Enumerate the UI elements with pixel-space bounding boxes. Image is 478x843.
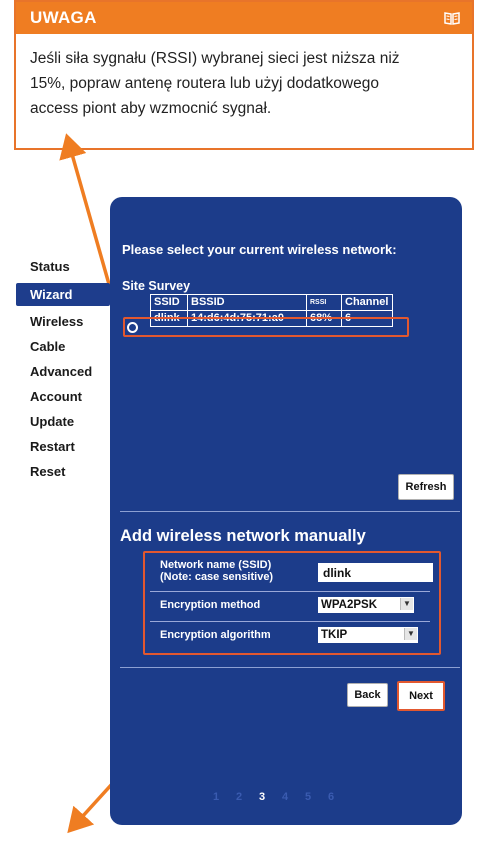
book-icon bbox=[444, 11, 460, 25]
step-3-current: 3 bbox=[258, 791, 266, 803]
step-6: 6 bbox=[327, 791, 335, 803]
menu-item-account[interactable]: Account bbox=[28, 384, 110, 409]
menu-item-status[interactable]: Status bbox=[28, 258, 110, 276]
selected-row-highlight bbox=[123, 317, 409, 337]
menu-item-cable[interactable]: Cable bbox=[28, 334, 110, 359]
header-rssi: RSSI bbox=[306, 294, 342, 311]
note-title: UWAGA bbox=[30, 8, 97, 27]
next-button[interactable]: Next bbox=[397, 681, 445, 711]
ssid-input[interactable] bbox=[318, 563, 433, 582]
encryption-method-select[interactable]: WPA2PSK ▼ bbox=[318, 597, 414, 613]
refresh-button[interactable]: Refresh bbox=[398, 474, 454, 500]
menu-item-restart[interactable]: Restart bbox=[28, 434, 110, 459]
select-network-prompt: Please select your current wireless netw… bbox=[122, 242, 397, 257]
note-text: Jeśli siła sygnału (RSSI) wybranej sieci… bbox=[16, 34, 472, 121]
wizard-step-indicator: 1 2 3 4 5 6 bbox=[210, 791, 390, 803]
form-separator bbox=[150, 621, 430, 622]
header-bssid: BSSID bbox=[187, 294, 307, 311]
note-line: access piont aby wzmocnić sygnał. bbox=[30, 100, 272, 117]
menu-item-reset[interactable]: Reset bbox=[28, 459, 110, 484]
table-header-row: SSID BSSID RSSI Channel bbox=[150, 294, 393, 311]
step-4: 4 bbox=[281, 791, 289, 803]
step-5: 5 bbox=[304, 791, 312, 803]
chevron-down-icon: ▼ bbox=[400, 598, 413, 610]
step-1: 1 bbox=[212, 791, 220, 803]
menu-item-advanced[interactable]: Advanced bbox=[28, 359, 110, 384]
menu-item-wireless[interactable]: Wireless bbox=[28, 309, 110, 334]
note-header: UWAGA bbox=[16, 2, 472, 34]
ssid-label-note: (Note: case sensitive) bbox=[160, 571, 274, 583]
form-separator bbox=[150, 591, 430, 592]
divider bbox=[120, 667, 460, 668]
step-2: 2 bbox=[235, 791, 243, 803]
menu-item-wizard[interactable]: Wizard bbox=[16, 283, 110, 306]
encryption-method-value: WPA2PSK bbox=[321, 599, 378, 611]
header-ssid: SSID bbox=[150, 294, 188, 311]
encryption-method-label: Encryption method bbox=[160, 599, 261, 611]
site-survey-title: Site Survey bbox=[122, 279, 191, 293]
encryption-algorithm-select[interactable]: TKIP ▼ bbox=[318, 627, 418, 643]
router-side-menu: Status Wizard Wireless Cable Advanced Ac… bbox=[16, 258, 110, 484]
back-button[interactable]: Back bbox=[347, 683, 388, 707]
wizard-panel: Please select your current wireless netw… bbox=[110, 197, 462, 825]
ssid-label-line: Network name (SSID) bbox=[160, 559, 272, 571]
encryption-algorithm-label: Encryption algorithm bbox=[160, 629, 271, 641]
manual-section-title: Add wireless network manually bbox=[120, 527, 366, 545]
note-line: 15%, popraw antenę routera lub użyj doda… bbox=[30, 75, 379, 92]
header-channel: Channel bbox=[341, 294, 393, 311]
menu-item-update[interactable]: Update bbox=[28, 409, 110, 434]
note-line: Jeśli siła sygnału (RSSI) wybranej sieci… bbox=[30, 50, 400, 67]
divider bbox=[120, 511, 460, 512]
chevron-down-icon: ▼ bbox=[404, 628, 417, 640]
encryption-algorithm-value: TKIP bbox=[321, 629, 348, 641]
note-box: UWAGA Jeśli siła sygnału (RSSI) wybranej… bbox=[14, 0, 474, 150]
ssid-label: Network name (SSID) (Note: case sensitiv… bbox=[160, 559, 273, 583]
